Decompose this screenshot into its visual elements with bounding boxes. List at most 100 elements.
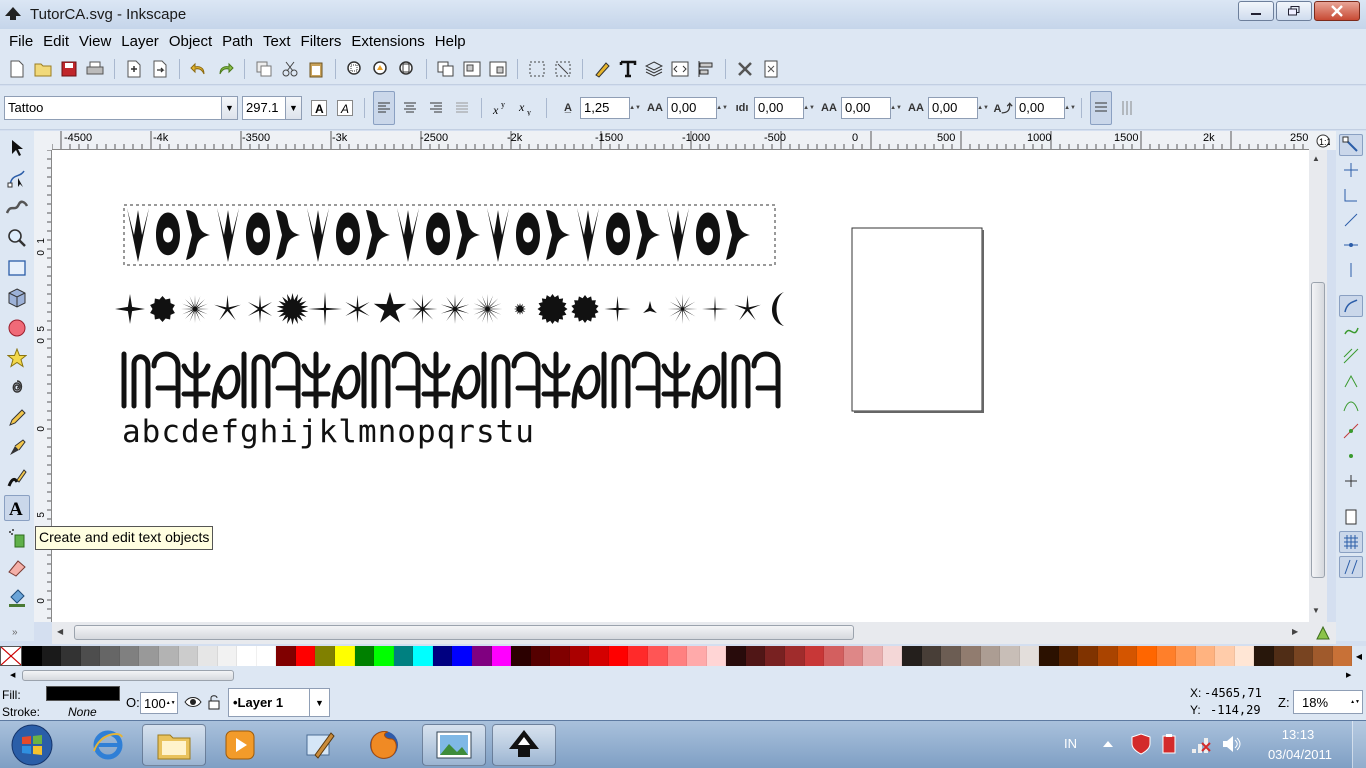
snap-nodes-button[interactable] [1339, 295, 1363, 317]
image-viewer-taskbar[interactable] [422, 724, 486, 766]
spin-arrows[interactable]: ▲▼ [977, 97, 989, 119]
color-swatch[interactable] [217, 646, 238, 666]
snap-grids-button[interactable] [1339, 531, 1363, 553]
spin-arrows[interactable]: ▲▼ [890, 97, 902, 119]
color-swatch[interactable] [941, 646, 961, 666]
color-swatch[interactable] [178, 646, 199, 666]
color-swatch[interactable] [198, 646, 218, 666]
horizontal-scrollbar[interactable]: ◀ ▶ [52, 622, 1309, 644]
color-swatch[interactable] [354, 646, 375, 666]
color-swatch[interactable] [1039, 646, 1059, 666]
color-swatch[interactable] [1215, 646, 1235, 666]
palette-scrollbar[interactable]: ◀ ▶ [0, 668, 1366, 684]
color-swatch[interactable] [1000, 646, 1020, 666]
color-swatch[interactable] [452, 646, 472, 666]
node-tool[interactable] [4, 165, 30, 191]
spin-arrows[interactable]: ▲▼ [629, 97, 641, 119]
current-layer-select[interactable]: •Layer 1 ▼ [228, 688, 330, 717]
menu-edit[interactable]: Edit [38, 33, 74, 50]
snap-intersections-button[interactable] [1339, 345, 1363, 367]
spin-arrows[interactable]: ▲▼ [166, 700, 178, 706]
color-swatch[interactable] [491, 646, 512, 666]
color-swatch[interactable] [824, 646, 844, 666]
explorer-taskbar[interactable] [142, 724, 206, 766]
color-swatch[interactable] [569, 646, 590, 666]
menu-path[interactable]: Path [217, 33, 258, 50]
menu-file[interactable]: File [4, 33, 38, 50]
word-spacing-input[interactable]: 0,00 [754, 96, 804, 119]
font-family-select[interactable]: Tattoo ▼ [4, 95, 238, 120]
spin-arrows[interactable]: ▲▼ [1350, 699, 1362, 705]
vertical-scrollbar[interactable]: ▲ ▼ [1309, 150, 1327, 622]
color-swatch[interactable] [393, 646, 414, 666]
snap-bbox-edge-button[interactable] [1339, 184, 1363, 206]
color-swatch[interactable] [1137, 646, 1157, 666]
color-swatch[interactable] [511, 646, 531, 666]
color-swatch[interactable] [745, 646, 766, 666]
color-swatch[interactable] [902, 646, 922, 666]
color-management-button[interactable] [1309, 622, 1336, 644]
spray-tool[interactable] [4, 525, 30, 551]
color-swatch[interactable] [687, 646, 707, 666]
color-swatch[interactable] [1156, 646, 1177, 666]
color-swatch[interactable] [550, 646, 570, 666]
star-tool[interactable] [4, 345, 30, 371]
justify-button[interactable] [451, 97, 473, 119]
zoom-spinbox[interactable]: 18% ▲▼ [1293, 690, 1363, 714]
snap-page-border-button[interactable] [1339, 506, 1363, 528]
menu-layer[interactable]: Layer [116, 33, 164, 50]
fill-color-indicator[interactable] [46, 686, 120, 701]
color-swatch[interactable] [22, 646, 42, 666]
export-button[interactable] [149, 58, 171, 80]
menu-view[interactable]: View [74, 33, 116, 50]
color-swatch[interactable] [100, 646, 120, 666]
chevron-down-icon[interactable]: ▼ [221, 96, 237, 119]
snap-cusp-nodes-button[interactable] [1339, 370, 1363, 392]
select-all-button[interactable] [526, 58, 548, 80]
spin-arrows[interactable]: ▲▼ [716, 97, 728, 119]
alphabet-text[interactable]: abcdefghijklmnopqrstu [122, 414, 535, 450]
color-swatch[interactable] [843, 646, 864, 666]
snap-center-button[interactable] [1339, 259, 1363, 281]
palette-menu-arrow[interactable]: ◀ [1352, 646, 1366, 666]
language-indicator[interactable]: IN [1064, 736, 1077, 751]
color-swatch[interactable] [237, 646, 257, 666]
network-tray[interactable] [1190, 733, 1212, 758]
start-button[interactable] [8, 723, 56, 767]
volume-tray[interactable] [1220, 733, 1242, 758]
print-button[interactable] [84, 58, 106, 80]
color-swatch[interactable] [1332, 646, 1353, 666]
drawing-canvas[interactable]: abcdefghijklmnopqrstu [52, 150, 1309, 622]
chevron-down-icon[interactable]: ▼ [309, 689, 329, 716]
color-swatch[interactable] [530, 646, 551, 666]
tweak-tool[interactable] [4, 195, 30, 221]
close-button[interactable] [1314, 1, 1360, 21]
color-swatch[interactable] [765, 646, 785, 666]
vertical-text-button[interactable] [1116, 97, 1138, 119]
color-swatch[interactable] [882, 646, 903, 666]
deselect-button[interactable] [552, 58, 574, 80]
paint-bucket-tool[interactable] [4, 585, 30, 611]
color-swatch[interactable] [432, 646, 453, 666]
stroke-value[interactable]: None [68, 705, 97, 719]
color-swatch[interactable] [863, 646, 883, 666]
color-swatch[interactable] [1019, 646, 1040, 666]
snap-bbox-corner-button[interactable] [1339, 209, 1363, 231]
scroll-up-icon[interactable]: ▲ [1312, 154, 1320, 163]
horizontal-scroll-thumb[interactable] [74, 625, 854, 640]
pen-tool[interactable] [4, 435, 30, 461]
save-button[interactable] [58, 58, 80, 80]
scroll-right-icon[interactable]: ▶ [1346, 671, 1351, 679]
color-swatch[interactable] [784, 646, 805, 666]
layer-visibility-toggle[interactable] [184, 695, 202, 712]
snap-guides-button[interactable] [1339, 556, 1363, 578]
media-player-taskbar[interactable] [208, 724, 272, 766]
ungroup-button[interactable] [461, 58, 483, 80]
color-swatch[interactable] [374, 646, 394, 666]
color-swatch[interactable] [1078, 646, 1098, 666]
tattoo-glyph-row[interactable] [123, 204, 776, 266]
layers-button[interactable] [643, 58, 665, 80]
color-swatch[interactable] [1058, 646, 1079, 666]
toolbox-expander[interactable]: » [12, 627, 18, 638]
align-right-button[interactable] [425, 97, 447, 119]
